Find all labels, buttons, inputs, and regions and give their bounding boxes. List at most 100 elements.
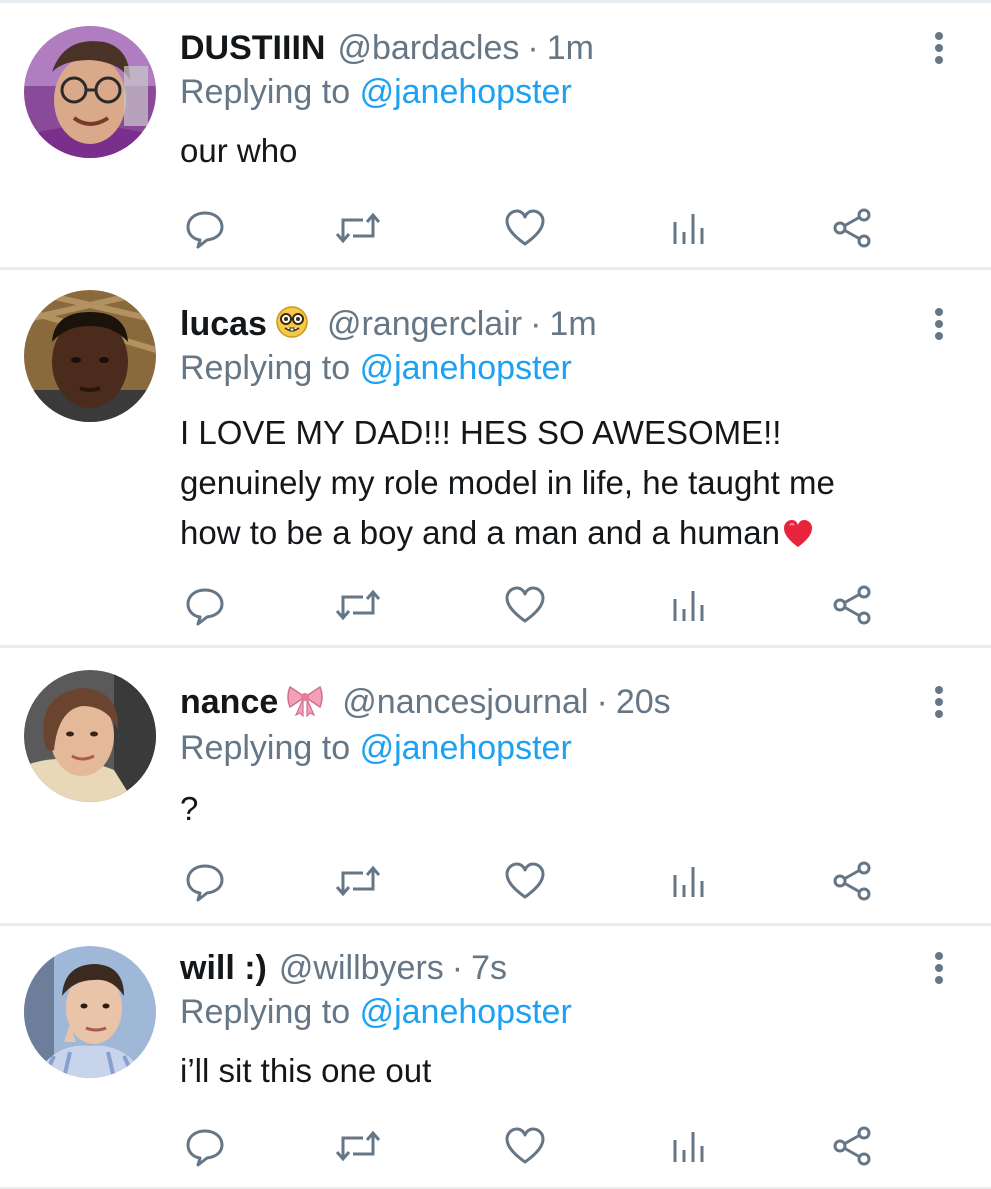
like-button[interactable] [500,580,550,630]
tweet-reply[interactable]: nance @nancesjournal · 20s Replying to @ja… [0,648,991,926]
reply-button[interactable] [180,856,230,906]
more-options-icon[interactable] [926,682,952,722]
timestamp[interactable]: 1m [549,305,596,343]
display-name[interactable]: will :) [180,949,267,987]
retweet-button[interactable] [333,856,383,906]
tweet-actions [0,203,991,253]
heart-icon [505,862,545,899]
tweet-header: will :) @willbyers · 7s [180,948,507,988]
replying-to-label: Replying to [180,73,351,111]
nerd-face-emoji [275,305,309,348]
reply-icon [186,864,224,902]
more-options-icon[interactable] [926,948,952,988]
retweet-icon [335,212,381,244]
tweet-reply[interactable]: lucas @rangerclair · 1m Replying to @janeh… [0,270,991,648]
user-handle[interactable]: @nancesjournal [342,683,588,721]
separator-dot: · [596,683,608,721]
red-heart-emoji [782,514,814,564]
replying-to-label: Replying to [180,349,351,387]
tweet-text-line: i’ll sit this one out [180,1052,432,1089]
separator-dot: · [530,305,542,343]
reply-button[interactable] [180,1121,230,1171]
tweet-reply[interactable]: will :) @willbyers · 7s Replying to @janeho… [0,926,991,1189]
heart-icon [505,209,545,246]
replying-to-handle[interactable]: @janehopster [360,73,572,111]
analytics-button[interactable] [664,1121,714,1171]
replying-to-handle[interactable]: @janehopster [360,993,572,1031]
display-name[interactable]: lucas [180,305,267,343]
retweet-icon [335,865,381,897]
tweet-header: lucas @rangerclair · 1m [180,304,597,348]
analytics-button[interactable] [664,203,714,253]
analytics-button[interactable] [664,580,714,630]
tweet-text-line: genuinely my role model in life, he taug… [180,464,835,501]
more-options-icon[interactable] [926,28,952,68]
tweet-header: DUSTIIIN @bardacles · 1m [180,28,594,68]
tweet-text: I LOVE MY DAD!!! HES SO AWESOME!! genuin… [180,408,960,564]
more-options-icon[interactable] [926,304,952,344]
replying-to: Replying to @janehopster [180,72,572,112]
reply-icon [186,1129,224,1167]
avatar[interactable] [24,26,156,158]
heart-icon [505,1127,545,1164]
tweet-text: ? [180,788,960,830]
heart-icon [505,586,545,623]
share-icon [833,208,871,248]
avatar[interactable] [24,670,156,802]
tweet-text-line: how to be a boy and a man and a human [180,508,960,564]
replying-to: Replying to @janehopster [180,728,572,768]
reply-button[interactable] [180,203,230,253]
tweet-actions [0,580,991,630]
analytics-icon [673,214,704,244]
ribbon-emoji [286,683,324,726]
replying-to: Replying to @janehopster [180,992,572,1032]
reply-icon [186,211,224,249]
like-button[interactable] [500,203,550,253]
analytics-button[interactable] [664,856,714,906]
display-name[interactable]: nance [180,683,278,721]
tweet-text-line: ? [180,790,199,827]
user-handle[interactable]: @bardacles [337,29,519,67]
replying-to: Replying to @janehopster [180,348,572,388]
like-button[interactable] [500,1121,550,1171]
analytics-icon [673,867,704,897]
retweet-button[interactable] [333,1121,383,1171]
avatar[interactable] [24,290,156,422]
tweet-text-line: I LOVE MY DAD!!! HES SO AWESOME!! [180,414,782,451]
display-name[interactable]: DUSTIIIN [180,29,325,67]
replying-to-label: Replying to [180,993,351,1031]
share-button[interactable] [827,203,877,253]
user-handle[interactable]: @willbyers [279,949,444,987]
tweet-reply[interactable]: DUSTIIIN @bardacles · 1m Replying to @janeh… [0,0,991,270]
share-button[interactable] [827,580,877,630]
like-button[interactable] [500,856,550,906]
tweet-text-fragment: how to be a boy and a man and a human [180,514,780,551]
share-button[interactable] [827,1121,877,1171]
analytics-icon [673,591,704,621]
separator-dot: · [527,29,539,67]
analytics-icon [673,1132,704,1162]
timestamp[interactable]: 1m [547,29,594,67]
share-icon [833,861,871,901]
retweet-button[interactable] [333,203,383,253]
replying-to-label: Replying to [180,729,351,767]
retweet-icon [335,589,381,621]
tweet-actions [0,856,991,906]
replying-to-handle[interactable]: @janehopster [360,729,572,767]
share-button[interactable] [827,856,877,906]
replying-to-handle[interactable]: @janehopster [360,349,572,387]
tweet-actions [0,1121,991,1171]
share-icon [833,1126,871,1166]
retweet-button[interactable] [333,580,383,630]
separator-dot: · [451,949,464,987]
tweet-header: nance @nancesjournal · 20s [180,682,671,726]
timestamp[interactable]: 7s [471,949,507,987]
retweet-icon [335,1130,381,1162]
avatar[interactable] [24,946,156,1078]
timestamp[interactable]: 20s [616,683,671,721]
share-icon [833,585,871,625]
reply-icon [186,588,224,626]
reply-button[interactable] [180,580,230,630]
user-handle[interactable]: @rangerclair [327,305,522,343]
tweet-text: i’ll sit this one out [180,1050,960,1092]
